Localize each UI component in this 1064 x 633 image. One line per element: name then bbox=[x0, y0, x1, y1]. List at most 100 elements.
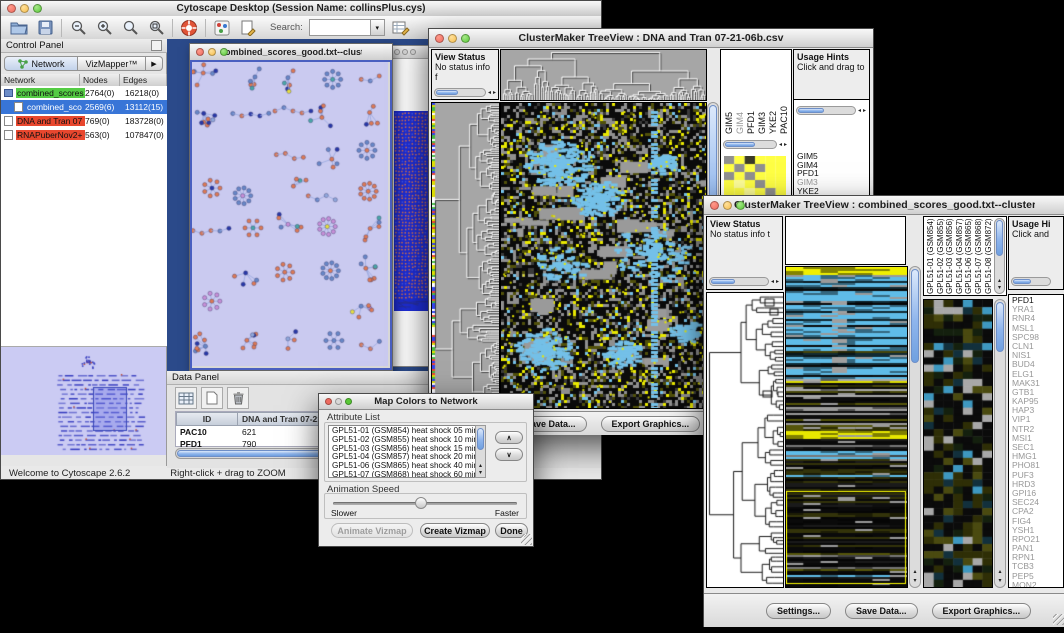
create-vizmap-button[interactable]: Create Vizmap bbox=[420, 523, 490, 538]
matrix-column-label[interactable]: PFD1 bbox=[746, 54, 756, 134]
zoom-in-button[interactable] bbox=[94, 18, 114, 38]
treeview1-button[interactable]: Export Graphics... bbox=[601, 416, 701, 432]
network-canvas[interactable] bbox=[192, 62, 388, 366]
column-dendrogram-pane[interactable] bbox=[500, 49, 707, 101]
labels-hscrollbar[interactable]: ◂▸ bbox=[723, 140, 787, 149]
matrix-column-label[interactable]: GIM5 bbox=[724, 54, 734, 134]
network-window-titlebar[interactable]: combined_scores_good.txt--cluste... bbox=[190, 44, 392, 61]
matrix-column-label[interactable]: PAC10 bbox=[779, 54, 789, 134]
scroll-down-icon[interactable]: ▾ bbox=[910, 578, 920, 584]
new-attribute-icon[interactable] bbox=[201, 387, 223, 409]
save-session-button[interactable] bbox=[35, 18, 55, 38]
resize-grip[interactable] bbox=[1053, 614, 1064, 625]
row-dendrogram-canvas[interactable] bbox=[707, 293, 783, 587]
scroll-up-icon[interactable]: ▴ bbox=[910, 569, 920, 575]
network-row[interactable]: combined_sco 2569(6) 13112(15) bbox=[1, 100, 167, 114]
network-row[interactable]: combined_scores 2764(0) 16218(0) bbox=[1, 86, 167, 100]
attribute-list-vscrollbar[interactable]: ▴ ▾ bbox=[475, 425, 486, 478]
heatmap-canvas[interactable] bbox=[786, 267, 907, 587]
tab-overflow-button[interactable]: ▶ bbox=[146, 56, 163, 71]
matrix-column-label[interactable]: YKE2 bbox=[768, 54, 778, 134]
gene-label[interactable]: MON2 bbox=[1012, 581, 1063, 588]
zoom-selected-button[interactable] bbox=[146, 18, 166, 38]
zoom-icon[interactable] bbox=[345, 398, 352, 405]
attribute-table-icon[interactable] bbox=[175, 387, 197, 409]
help-lifering-icon[interactable] bbox=[179, 18, 199, 38]
row-dendrogram-pane[interactable] bbox=[706, 292, 784, 588]
matrix-column-label[interactable]: GIM4 bbox=[735, 54, 745, 134]
zoom-vscrollbar[interactable]: ▴ ▾ bbox=[994, 299, 1006, 588]
network-row[interactable]: DNA and Tran 07 769(0) 183728(0) bbox=[1, 114, 167, 128]
zoom-heatmap-pane[interactable] bbox=[923, 299, 993, 588]
delete-attribute-trash-icon[interactable] bbox=[227, 387, 249, 409]
scroll-up-icon[interactable]: ▴ bbox=[995, 278, 1004, 284]
animate-vizmap-button[interactable]: Animate Vizmap bbox=[331, 523, 413, 538]
heatmap-pane[interactable] bbox=[785, 266, 908, 588]
array-column-label[interactable]: GPL51-02 (GSM855) bbox=[936, 218, 946, 294]
gene-label-list[interactable]: PFD1YRA1RNR4MSL1SPC98CLN1NIS1BUD4ELG1MAK… bbox=[1008, 294, 1064, 588]
minimize-icon[interactable] bbox=[402, 49, 408, 55]
minimize-icon[interactable] bbox=[208, 48, 216, 56]
dialog-titlebar[interactable]: Map Colors to Network bbox=[319, 394, 533, 410]
array-column-label[interactable]: GPL51-08 (GSM872) bbox=[984, 218, 994, 294]
scrollbar-thumb[interactable] bbox=[996, 220, 1003, 256]
close-icon[interactable] bbox=[196, 48, 204, 56]
treeview2-button[interactable]: Save Data... bbox=[845, 603, 918, 619]
scroll-up-icon[interactable]: ▴ bbox=[476, 463, 485, 469]
close-icon[interactable] bbox=[7, 4, 16, 13]
view-status-scrollbar[interactable]: ◂▸ bbox=[709, 277, 779, 286]
column-dendrogram-pane[interactable] bbox=[785, 216, 906, 265]
scroll-down-icon[interactable]: ▾ bbox=[476, 470, 485, 476]
treeview2-button[interactable]: Settings... bbox=[766, 603, 831, 619]
scroll-down-icon[interactable]: ▾ bbox=[995, 578, 1005, 584]
zoom-icon[interactable] bbox=[461, 34, 470, 43]
close-icon[interactable] bbox=[394, 49, 400, 55]
usage-scrollbar[interactable] bbox=[1011, 277, 1051, 286]
array-column-label[interactable]: GPL51-07 (GSM868) bbox=[974, 218, 984, 294]
search-dropdown-button[interactable]: ▾ bbox=[371, 19, 385, 36]
zoom-icon[interactable] bbox=[736, 201, 745, 210]
zoom-icon[interactable] bbox=[220, 48, 228, 56]
id-column-header[interactable]: ID bbox=[176, 412, 238, 426]
array-column-label[interactable]: GPL51-04 (GSM857) bbox=[955, 218, 965, 294]
matrix-column-label[interactable]: GIM3 bbox=[757, 54, 767, 134]
scroll-up-icon[interactable]: ▴ bbox=[995, 569, 1005, 575]
minimize-icon[interactable] bbox=[335, 398, 342, 405]
row-dendrogram-pane[interactable] bbox=[431, 102, 500, 409]
zoom-fit-button[interactable] bbox=[120, 18, 140, 38]
close-icon[interactable] bbox=[435, 34, 444, 43]
scroll-down-icon[interactable]: ▾ bbox=[995, 285, 1004, 291]
scrollbar-thumb[interactable] bbox=[996, 302, 1004, 352]
attribute-list[interactable]: GPL51-01 (GSM854) heat shock 05 minGPL51… bbox=[328, 425, 486, 478]
move-down-button[interactable]: ∨ bbox=[495, 448, 523, 461]
row-dendrogram-canvas[interactable] bbox=[432, 103, 499, 408]
close-icon[interactable] bbox=[325, 398, 332, 405]
column-dendrogram-canvas[interactable] bbox=[501, 50, 706, 100]
dense-network-canvas[interactable] bbox=[394, 111, 430, 311]
usage-hscrollbar[interactable]: ◂▸ bbox=[796, 106, 866, 115]
resize-grip[interactable] bbox=[521, 534, 532, 545]
tab-vizmapper[interactable]: VizMapper™ bbox=[78, 56, 146, 71]
zoom-icon[interactable] bbox=[410, 49, 416, 55]
treeview1-titlebar[interactable]: ClusterMaker TreeView : DNA and Tran 07-… bbox=[429, 29, 873, 48]
annotation-button[interactable] bbox=[238, 18, 258, 38]
treeview2-button[interactable]: Export Graphics... bbox=[932, 603, 1032, 619]
network-overview-canvas[interactable] bbox=[1, 347, 166, 455]
minimize-icon[interactable] bbox=[448, 34, 457, 43]
tab-network[interactable]: Network bbox=[4, 56, 78, 71]
table-edit-button[interactable] bbox=[391, 18, 411, 38]
heatmap-pane[interactable] bbox=[500, 102, 707, 409]
scrollbar-thumb[interactable] bbox=[477, 428, 484, 450]
search-input[interactable] bbox=[309, 19, 371, 36]
attribute-list-item[interactable]: GPL51-07 (GSM868) heat shock 60 min bbox=[332, 471, 485, 478]
view-status-scrollbar[interactable]: ◂▸ bbox=[434, 88, 496, 97]
minimize-icon[interactable] bbox=[723, 201, 732, 210]
array-column-label[interactable]: GPL51-01 (GSM854) bbox=[926, 218, 936, 294]
zoom-out-button[interactable] bbox=[68, 18, 88, 38]
main-titlebar[interactable]: Cytoscape Desktop (Session Name: collins… bbox=[1, 1, 601, 17]
move-up-button[interactable]: ∧ bbox=[495, 431, 523, 444]
zoom-icon[interactable] bbox=[33, 4, 42, 13]
heatmap-canvas[interactable] bbox=[501, 103, 706, 408]
vizmapper-button[interactable] bbox=[212, 18, 232, 38]
scrollbar-thumb[interactable] bbox=[911, 269, 919, 363]
